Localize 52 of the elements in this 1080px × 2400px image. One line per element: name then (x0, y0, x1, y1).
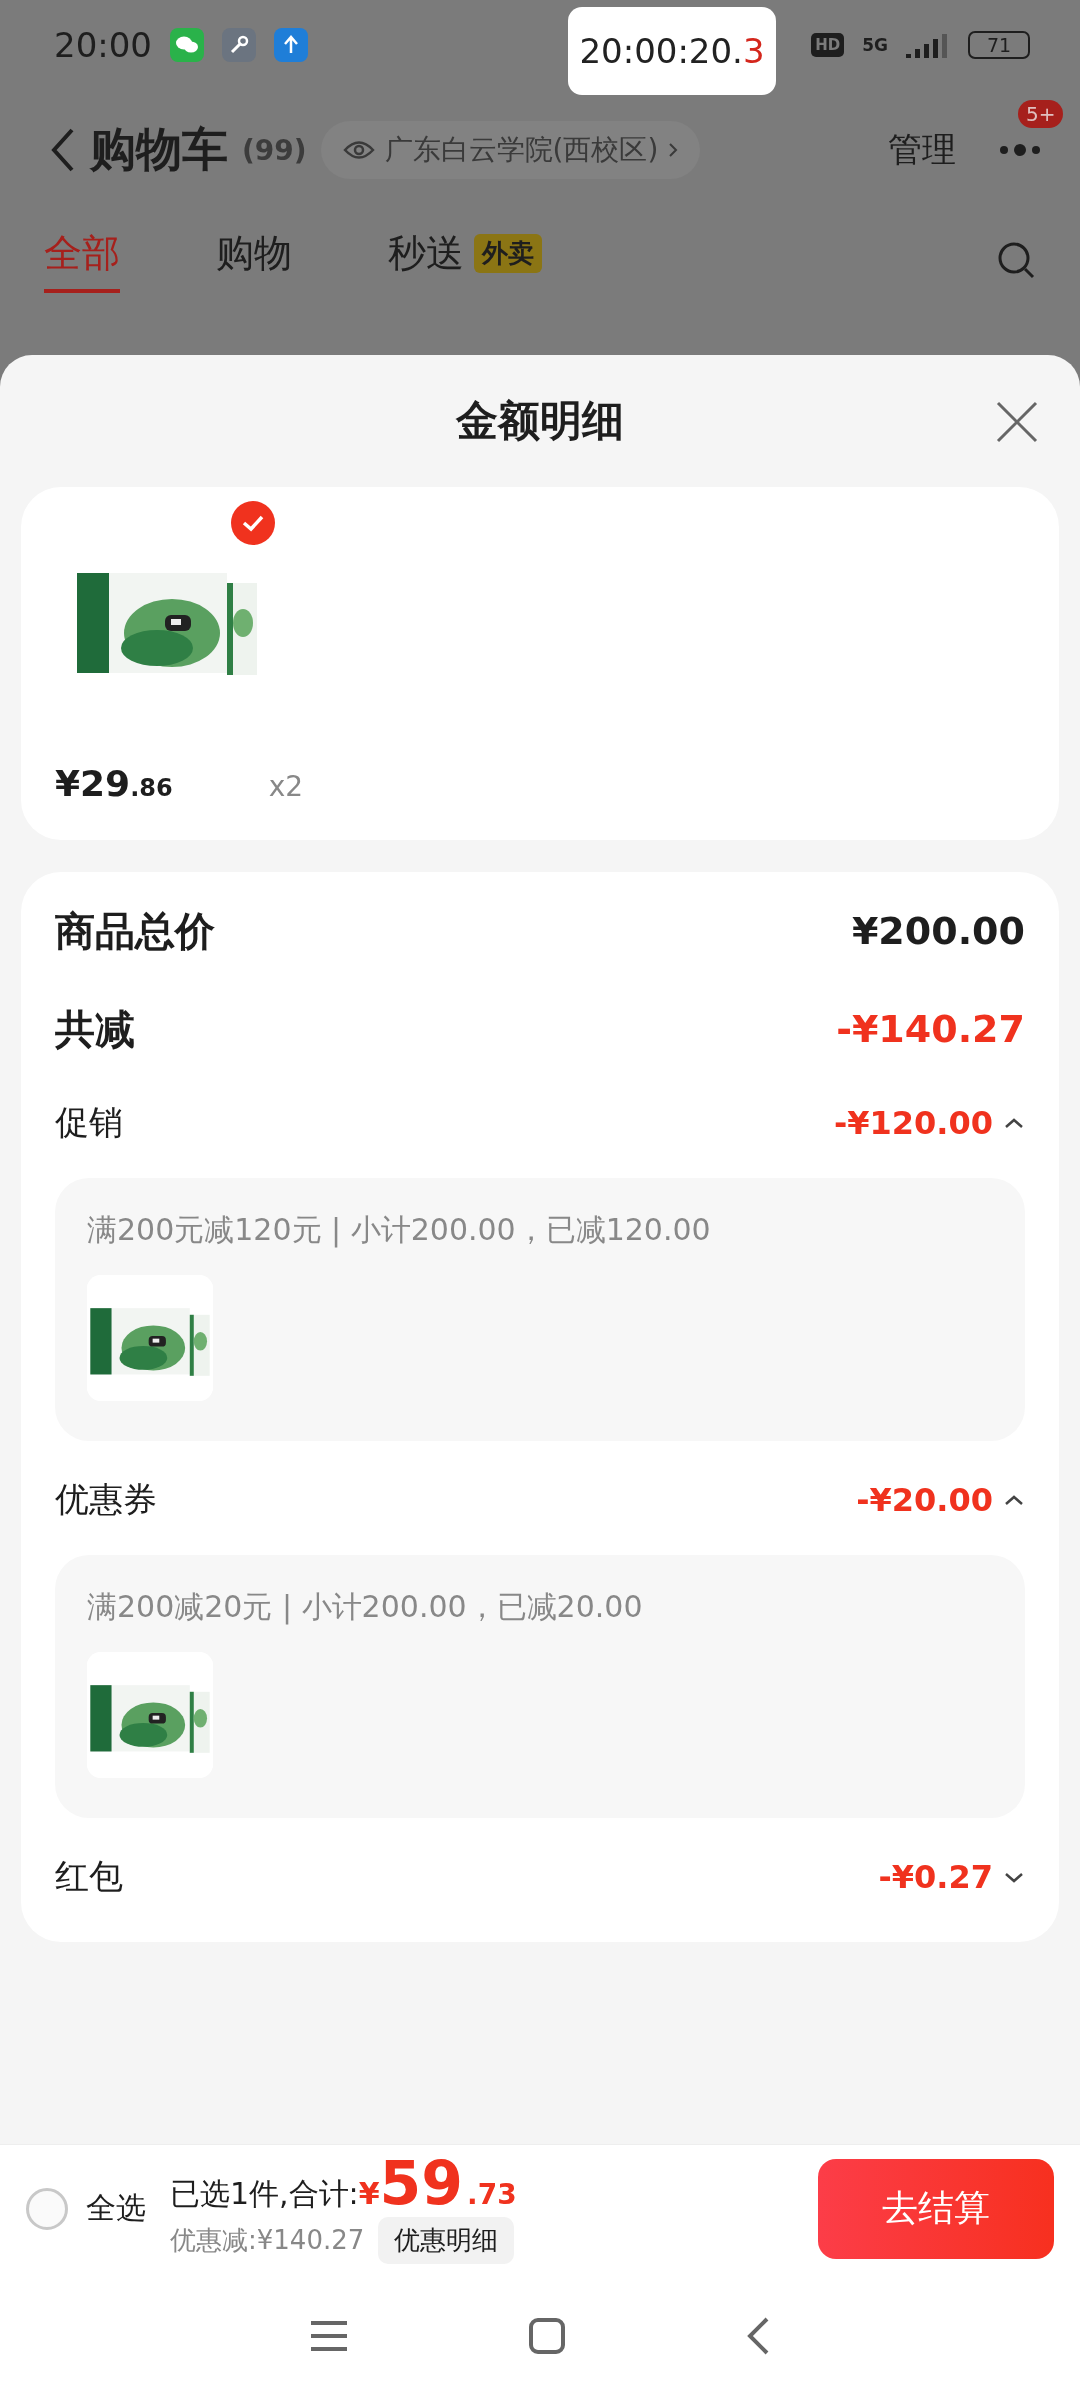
category-tab[interactable]: 购物 (216, 227, 292, 293)
location-chip[interactable]: 广东白云学院(西校区) (320, 121, 701, 179)
hd-badge: HD (811, 33, 845, 57)
page-title: 购物车 (90, 121, 228, 178)
home-icon[interactable] (528, 2317, 566, 2355)
discount-label: 促销 (55, 1101, 123, 1144)
total-price: 59 (379, 2153, 464, 2213)
notification-badge: 5+ (1018, 100, 1064, 128)
expand-chevron-icon[interactable] (1003, 1870, 1025, 1884)
currency-sign: ¥ (358, 2176, 380, 2211)
back-icon[interactable] (50, 127, 76, 173)
select-all-radio[interactable] (26, 2187, 68, 2230)
summary-label: 共减 (55, 1004, 135, 1054)
product-price: ¥29 (55, 763, 131, 804)
close-button[interactable] (994, 399, 1040, 445)
search-icon[interactable] (996, 240, 1036, 280)
select-all-label: 全选 (86, 2189, 146, 2227)
location-text: 广东白云学院(西校区) (384, 132, 659, 168)
tab-tag: 外卖 (474, 233, 542, 273)
discount-detail-button[interactable]: 优惠明细 (378, 2217, 515, 2264)
saved-amount: 优惠减:¥140.27 (170, 2224, 365, 2257)
category-tab[interactable]: 秒送 外卖 (388, 227, 542, 293)
discount-detail-text: 满200减20元 | 小计200.00，已减20.00 (87, 1588, 644, 1627)
eye-icon (342, 139, 375, 161)
chat-app-icon (170, 28, 204, 62)
floating-clock: 20:00:20.3 (568, 7, 776, 95)
discount-amount: -¥120.00 (833, 1104, 993, 1142)
chevron-right-icon (668, 142, 679, 158)
collapse-chevron-icon[interactable] (1003, 1493, 1025, 1507)
network-label: 5G (862, 35, 888, 55)
cart-count: (99) (242, 133, 307, 167)
signal-icon (906, 32, 950, 58)
discount-amount: -¥0.27 (878, 1858, 993, 1896)
discount-label: 优惠券 (55, 1478, 157, 1521)
battery-indicator: 71 (968, 31, 1030, 59)
total-price-cents: .73 (467, 2178, 517, 2211)
summary-amount: -¥140.27 (836, 1007, 1025, 1051)
discount-label: 红包 (55, 1855, 123, 1898)
summary-amount: ¥200.00 (851, 909, 1025, 953)
summary-label: 商品总价 (55, 906, 215, 956)
discount-amount: -¥20.00 (856, 1481, 993, 1519)
product-quantity: x2 (268, 770, 304, 803)
manage-button[interactable]: 管理 (888, 127, 956, 173)
checkout-button[interactable]: 去结算 (818, 2158, 1054, 2259)
selection-summary: 已选1件,合计: (170, 2175, 359, 2213)
sheet-title: 金额明细 (456, 395, 624, 447)
discount-detail-text: 满200元减120元 | 小计200.00，已减120.00 (87, 1211, 712, 1250)
collapse-chevron-icon[interactable] (1003, 1116, 1025, 1130)
check-mark[interactable] (231, 501, 275, 545)
status-time: 20:00 (54, 25, 152, 65)
product-price-cents: .86 (130, 774, 173, 802)
menu-icon[interactable] (309, 2319, 350, 2353)
